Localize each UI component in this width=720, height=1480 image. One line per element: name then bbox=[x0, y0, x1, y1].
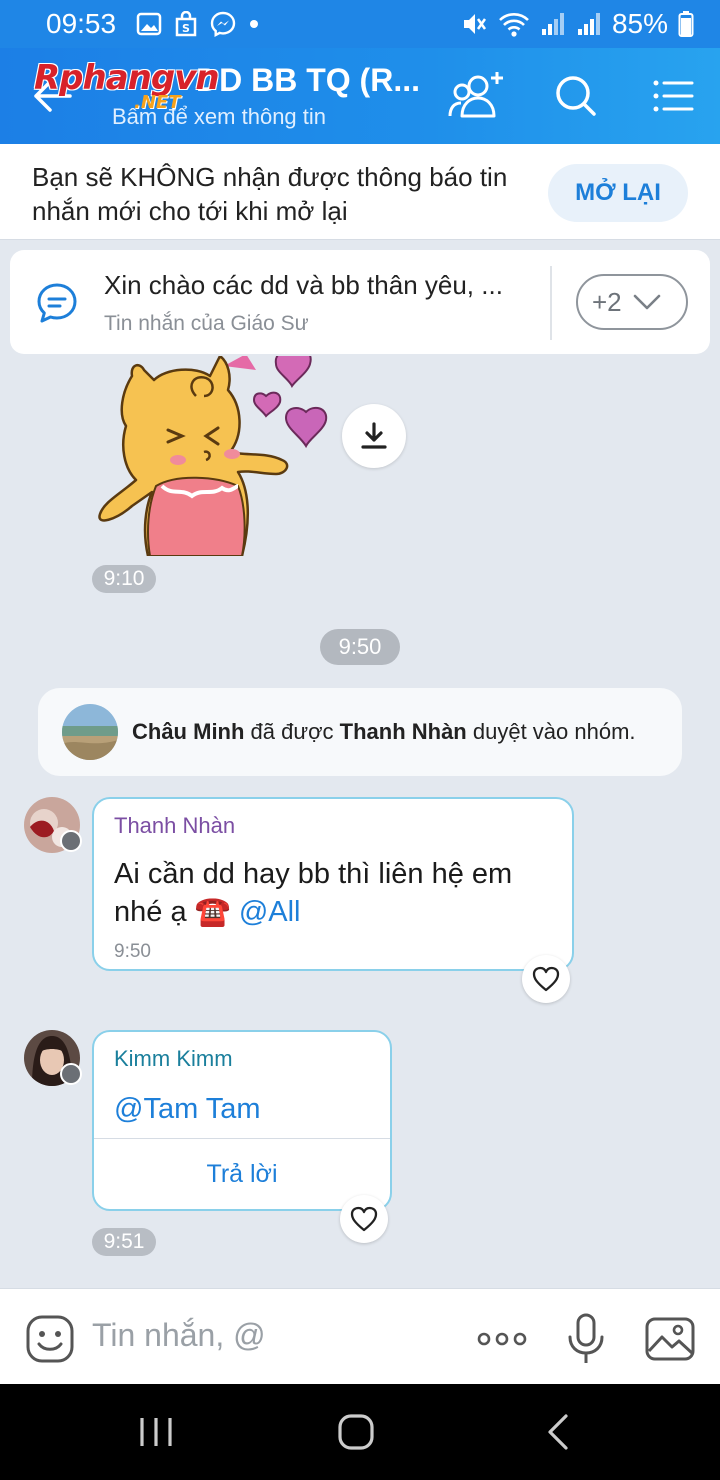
download-button[interactable] bbox=[342, 404, 406, 468]
approved-member-name[interactable]: Châu Minh bbox=[132, 719, 244, 744]
member-badge-icon bbox=[60, 1063, 82, 1085]
status-bar: 09:53 S 85% bbox=[0, 0, 720, 48]
react-button[interactable] bbox=[340, 1195, 388, 1243]
emoji-icon[interactable] bbox=[24, 1313, 76, 1365]
member-badge-icon bbox=[60, 830, 82, 852]
mention-tam-tam[interactable]: @Tam Tam bbox=[114, 1090, 261, 1128]
mention-all[interactable]: @All bbox=[239, 896, 301, 928]
signal-icon-2 bbox=[577, 13, 600, 35]
mute-icon bbox=[463, 14, 486, 34]
heart-icon bbox=[350, 1206, 378, 1232]
pinned-message[interactable]: Xin chào các dd và bb thân yêu, ... Tin … bbox=[10, 250, 710, 354]
message-bubble-kimm-kimm[interactable]: Kimm Kimm @Tam Tam Trả lời bbox=[92, 1030, 392, 1211]
member-approved-notice: Châu Minh đã được Thanh Nhàn duyệt vào n… bbox=[38, 688, 682, 776]
status-time: 09:53 bbox=[46, 8, 117, 39]
search-icon[interactable] bbox=[548, 70, 604, 122]
notification-icons: S bbox=[136, 11, 260, 37]
approver-name[interactable]: Thanh Nhàn bbox=[340, 719, 467, 744]
shop-notification-icon: S bbox=[175, 11, 197, 37]
watermark-logo-net: .NET bbox=[134, 92, 181, 113]
watermark-logo: Rphangvn bbox=[34, 58, 220, 98]
member-avatar[interactable] bbox=[62, 704, 118, 760]
unmute-button[interactable]: MỞ LẠI bbox=[548, 164, 688, 222]
message-line-2-wrap: nhé ạ ☎️ @All bbox=[114, 893, 512, 931]
microphone-icon[interactable] bbox=[560, 1313, 612, 1365]
more-notifications-icon bbox=[250, 20, 259, 28]
pinned-message-source: Tin nhắn của Giáo Sư bbox=[104, 312, 309, 335]
chat-header: DD BB TQ (R... Bấm để xem thông tin Rpha… bbox=[0, 48, 720, 144]
message-sender[interactable]: Kimm Kimm bbox=[114, 1046, 233, 1072]
gallery-notification-icon bbox=[136, 12, 162, 36]
message-time: 9:50 bbox=[114, 941, 151, 962]
mute-banner: Bạn sẽ KHÔNG nhận được thông báo tin nhắ… bbox=[0, 144, 720, 240]
notice-text-end: duyệt vào nhóm. bbox=[466, 719, 636, 744]
message-input[interactable]: Tin nhắn, @ bbox=[92, 1317, 266, 1354]
notice-text-middle: đã được bbox=[244, 719, 340, 744]
pinned-message-title: Xin chào các dd và bb thân yêu, ... bbox=[104, 270, 503, 300]
image-icon[interactable] bbox=[644, 1313, 696, 1365]
pinned-expand-button[interactable]: +2 bbox=[576, 274, 688, 330]
svg-text:S: S bbox=[182, 22, 190, 35]
chevron-down-icon bbox=[633, 294, 660, 310]
battery-icon bbox=[678, 11, 694, 37]
cat-sticker-image[interactable] bbox=[96, 356, 336, 556]
message-sender[interactable]: Thanh Nhàn bbox=[114, 813, 235, 839]
add-user-icon[interactable] bbox=[448, 70, 504, 122]
reply-button[interactable]: Trả lời bbox=[94, 1139, 390, 1209]
pinned-count: +2 bbox=[592, 286, 622, 317]
messenger-notification-icon bbox=[210, 11, 236, 37]
message-time-outside: 9:51 bbox=[92, 1228, 156, 1256]
message-input-bar: Tin nhắn, @ bbox=[0, 1288, 720, 1384]
more-dots-icon[interactable] bbox=[474, 1313, 530, 1365]
group-name[interactable]: DD BB TQ (R... bbox=[196, 62, 420, 99]
react-button[interactable] bbox=[522, 955, 570, 1003]
message-line-2: nhé ạ ☎️ bbox=[114, 896, 231, 928]
system-nav-bar bbox=[0, 1384, 720, 1480]
mute-notice-text: Bạn sẽ KHÔNG nhận được thông báo tin nhắ… bbox=[32, 162, 508, 226]
battery-percent: 85% bbox=[611, 8, 668, 39]
message-text: Ai cần dd hay bb thì liên hệ em nhé ạ ☎️… bbox=[114, 855, 512, 931]
message-bubble-thanh-nhan[interactable]: Thanh Nhàn Ai cần dd hay bb thì liên hệ … bbox=[92, 797, 574, 971]
list-menu-icon[interactable] bbox=[646, 70, 702, 122]
status-right: 85% bbox=[460, 8, 694, 40]
signal-icon-1 bbox=[541, 13, 564, 35]
back-nav-icon[interactable] bbox=[538, 1412, 578, 1452]
pinned-divider bbox=[550, 266, 552, 340]
time-divider: 9:50 bbox=[320, 629, 400, 665]
message-line-1: Ai cần dd hay bb thì liên hệ em bbox=[114, 858, 513, 890]
heart-icon bbox=[532, 966, 560, 992]
home-icon[interactable] bbox=[336, 1412, 376, 1452]
download-icon bbox=[361, 422, 387, 449]
recent-apps-icon[interactable] bbox=[136, 1412, 176, 1452]
chat-bubble-icon bbox=[37, 283, 77, 323]
wifi-icon bbox=[499, 13, 529, 37]
sticker-time: 9:10 bbox=[92, 565, 156, 593]
